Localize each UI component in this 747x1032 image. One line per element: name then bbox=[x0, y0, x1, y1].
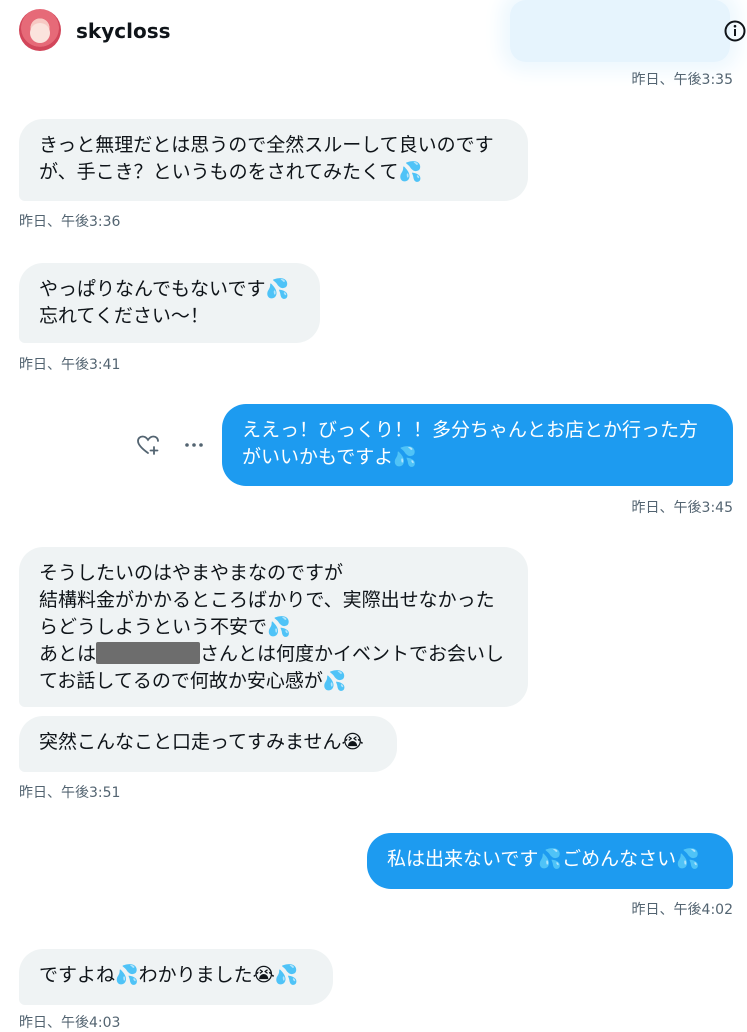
message-bubble-outgoing[interactable]: 私は出来ないです💦ごめんなさい💦 bbox=[367, 833, 733, 889]
conversation-header: skycloss bbox=[0, 0, 747, 66]
message-bubble-incoming[interactable]: そうしたいのはやまやまなのですが 結構料金がかかるところばかりで、実際出せなかっ… bbox=[19, 547, 528, 707]
message-timestamp: 昨日、午後3:41 bbox=[19, 357, 121, 373]
message-bubble-incoming[interactable]: きっと無理だとは思うので全然スルーして良いのですが、手こき？というものをされてみ… bbox=[19, 119, 528, 201]
heart-plus-icon[interactable] bbox=[135, 432, 161, 458]
redacted-name bbox=[96, 642, 201, 664]
conversation-username[interactable]: skycloss bbox=[76, 19, 171, 43]
message-bubble-outgoing[interactable]: ええっ！びっくり！！多分ちゃんとお店とか行った方がいいかもですよ💦 bbox=[222, 404, 733, 486]
message-actions bbox=[135, 432, 215, 458]
avatar[interactable] bbox=[19, 9, 61, 51]
message-bubble-incoming[interactable]: やっぱりなんでもないです💦 忘れてください〜！ bbox=[19, 263, 320, 343]
message-timestamp: 昨日、午後3:36 bbox=[19, 214, 121, 230]
message-timestamp: 昨日、午後4:03 bbox=[19, 1015, 121, 1031]
blurred-region bbox=[510, 0, 730, 62]
message-bubble-incoming[interactable]: ですよね💦わかりました😭💦 bbox=[19, 949, 333, 1005]
message-timestamp: 昨日、午後4:02 bbox=[631, 902, 733, 918]
message-bubble-incoming[interactable]: 突然こんなこと口走ってすみません😭 bbox=[19, 716, 397, 772]
message-timestamp: 昨日、午後3:35 bbox=[631, 72, 733, 88]
message-timestamp: 昨日、午後3:45 bbox=[631, 500, 733, 516]
more-icon[interactable] bbox=[181, 432, 207, 458]
info-icon[interactable] bbox=[723, 19, 747, 43]
message-timestamp: 昨日、午後3:51 bbox=[19, 785, 121, 801]
